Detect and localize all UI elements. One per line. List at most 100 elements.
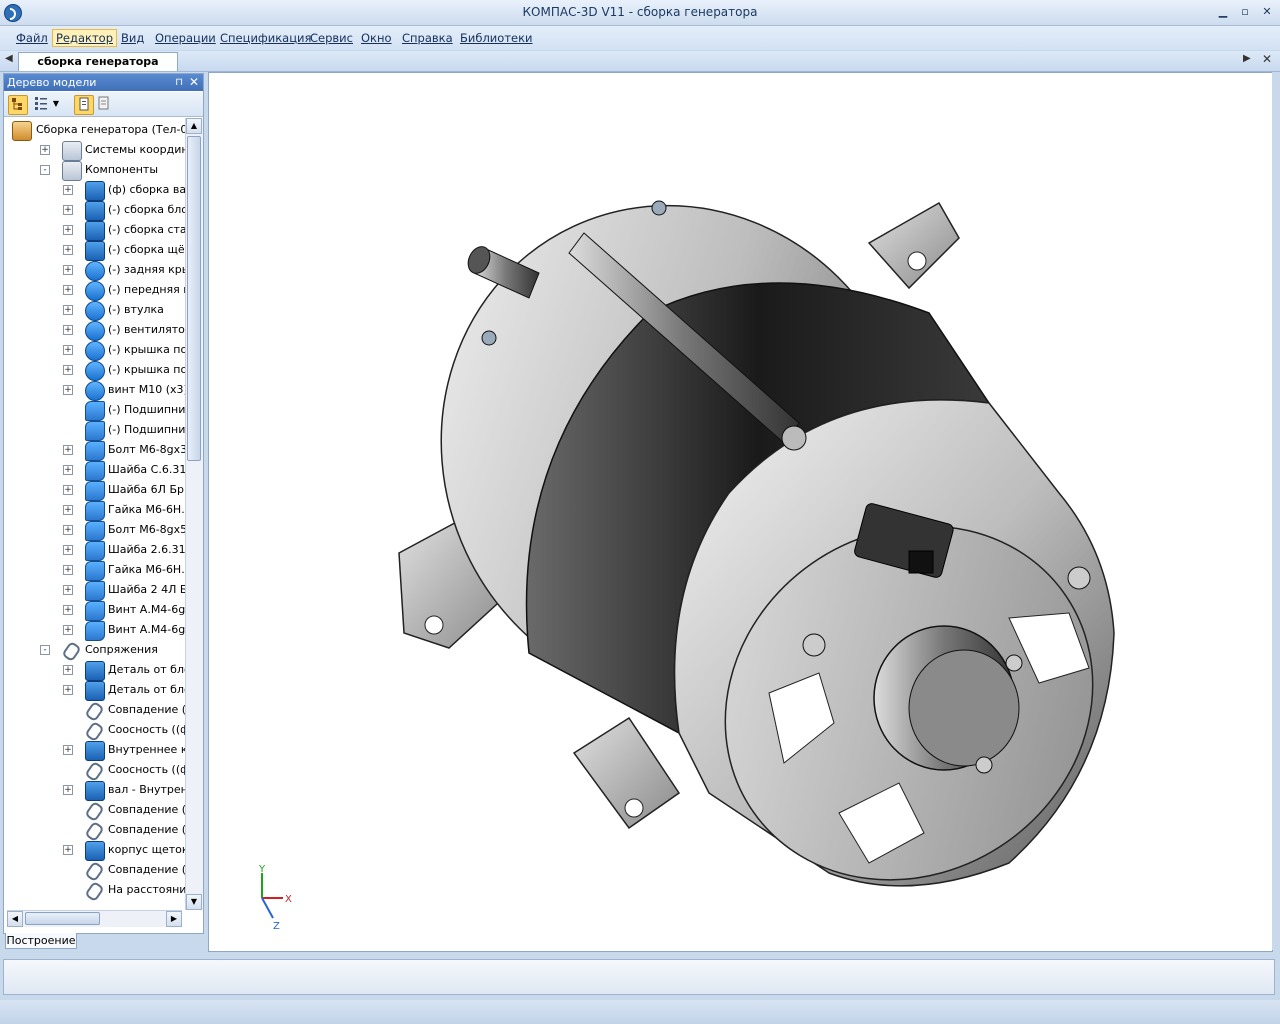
tree-item[interactable]: + (-) сборка щёточно [4,240,185,261]
expand-icon[interactable]: + [63,565,73,575]
tree-item[interactable]: + (-) сборка статора [4,220,185,241]
menu-libraries[interactable]: Библиотеки [457,30,536,46]
expand-icon[interactable]: + [63,205,73,215]
tree-item[interactable]: + (-) задняя крышка [4,260,185,281]
expand-icon[interactable]: + [40,145,50,155]
tree-item[interactable]: + Шайба 2.6.31 ГОСТ [4,540,185,561]
tree-item[interactable]: + Деталь от блока - I [4,680,185,701]
model-tree[interactable]: Сборка генератора (Тел-0, К + Системы коор… [4,118,185,910]
tree-item[interactable]: + (-) втулка [4,300,185,321]
tree-item[interactable]: + Болт М6-8gx55.109 [4,520,185,541]
close-button[interactable]: ✕ [1256,3,1278,20]
expand-icon[interactable]: + [63,305,73,315]
expand-icon[interactable]: + [63,385,73,395]
tree-item[interactable]: + Шайба 2 4Л БрКМц3 [4,580,185,601]
tree-item[interactable]: + Шайба 6Л БрКМц3- [4,480,185,501]
tab-document[interactable]: сборка генератора [18,52,178,71]
tree-item[interactable]: + Шайба С.6.31 ГОСТ [4,460,185,481]
tree-item[interactable]: + винт М10 (x3) [4,380,185,401]
tree-item[interactable]: + (-) сборка блок ген [4,200,185,221]
tab-scroll-left-icon[interactable]: ◀ [5,53,13,64]
tree-item[interactable]: Соосность ((ф) дет [4,720,185,740]
expand-icon[interactable]: + [63,345,73,355]
tree-item[interactable]: + (-) крышка подшип [4,360,185,381]
generator-assembly-model[interactable] [209,73,1272,951]
tree-item[interactable]: Совпадение ((+) кр [4,820,185,840]
tree-item[interactable]: + (-) передняя крыш [4,280,185,301]
tree-item[interactable]: Совпадение ((ф) пл [4,860,185,880]
tree-item[interactable]: + Винт А.М4-6gx16.1( [4,600,185,621]
menu-service[interactable]: Сервис [307,30,356,46]
tree-item[interactable]: Соосность ((ф) Вну [4,760,185,780]
expand-icon[interactable]: + [63,785,73,795]
dropdown-arrow-icon[interactable]: ▼ [51,95,61,113]
collapse-icon[interactable]: - [40,165,50,175]
expand-icon[interactable]: + [63,745,73,755]
tree-item[interactable]: + Болт М6-8gx35.36 Г [4,440,185,461]
tab-construction[interactable]: Построение [5,933,77,949]
expand-icon[interactable]: + [63,545,73,555]
expand-icon[interactable]: + [63,285,73,295]
tree-item[interactable]: + вал - Внутреннее к [4,780,185,801]
expand-icon[interactable]: + [63,625,73,635]
tree-item[interactable]: - Компоненты [4,160,185,181]
tree-item[interactable]: + (ф) сборка вала [4,180,185,201]
expand-icon[interactable]: + [63,365,73,375]
tree-item[interactable]: На расстоянии ((-) · [4,880,185,900]
tree-item[interactable]: (-) Подшипник 8010 [4,420,185,441]
expand-icon[interactable]: + [63,465,73,475]
3d-viewport[interactable]: Y X Z [208,72,1273,952]
scroll-thumb[interactable] [187,136,201,461]
tree-item[interactable]: + Деталь от блока - I [4,660,185,681]
expand-icon[interactable]: + [63,685,73,695]
menu-operations[interactable]: Операции [152,30,219,46]
expand-icon[interactable]: + [63,505,73,515]
expand-icon[interactable]: + [63,245,73,255]
scroll-up-icon[interactable]: ▲ [186,118,202,134]
tree-item[interactable]: + (-) крышка подшип [4,340,185,361]
expand-icon[interactable]: + [63,445,73,455]
tab-close-icon[interactable]: ✕ [1262,52,1272,66]
tree-item[interactable]: + Гайка М6-6Н.04 ГС [4,500,185,521]
tree-item[interactable]: + Гайка М6-6Н.04 ГС [4,560,185,581]
pin-icon[interactable]: ⊓ [175,74,183,91]
menu-file[interactable]: Файл [13,30,51,46]
tree-vertical-scrollbar[interactable]: ▲ ▼ [185,118,203,910]
expand-icon[interactable]: + [63,185,73,195]
tree-item[interactable]: + Внутреннее кольцо [4,740,185,761]
menu-help[interactable]: Справка [399,30,456,46]
menu-edit[interactable]: Редактор [52,29,117,47]
tree-structure-icon[interactable] [8,95,28,115]
properties-icon[interactable] [95,95,113,113]
tab-scroll-right-icon[interactable]: ▶ [1243,53,1251,64]
tree-item[interactable]: Совпадение ((+) кр [4,700,185,720]
minimize-button[interactable]: ▁ [1212,3,1234,20]
expand-icon[interactable]: + [63,845,73,855]
tree-item[interactable]: + Системы координат [4,140,185,161]
panel-close-icon[interactable]: ✕ [189,74,199,91]
expand-icon[interactable]: + [63,585,73,595]
scroll-right-icon[interactable]: ▶ [166,911,182,927]
expand-icon[interactable]: + [63,225,73,235]
tree-list-icon[interactable] [32,95,50,113]
expand-icon[interactable]: + [63,485,73,495]
expand-icon[interactable]: + [63,605,73,615]
expand-icon[interactable]: + [63,665,73,675]
tree-item[interactable]: (-) Подшипник 8030 [4,400,185,421]
collapse-icon[interactable]: - [40,645,50,655]
restore-button[interactable]: ▫ [1234,3,1256,20]
document-view-icon[interactable] [74,95,94,115]
menu-specification[interactable]: Спецификация [217,30,314,46]
expand-icon[interactable]: + [63,265,73,275]
tree-item[interactable]: + (-) вентилятор [4,320,185,341]
tree-horizontal-scrollbar[interactable]: ◀ ▶ [7,910,182,927]
tree-item[interactable]: Совпадение ((+) кр [4,800,185,820]
tree-item[interactable]: + Винт А.М4-6gx25-2: [4,620,185,641]
menu-view[interactable]: Вид [118,30,147,46]
menu-window[interactable]: Окно [358,30,395,46]
tree-item[interactable]: Сборка генератора (Тел-0, К [4,120,185,141]
hscroll-thumb[interactable] [25,912,100,925]
tree-item[interactable]: + корпус щеток - зад [4,840,185,861]
expand-icon[interactable]: + [63,325,73,335]
scroll-down-icon[interactable]: ▼ [186,894,202,910]
